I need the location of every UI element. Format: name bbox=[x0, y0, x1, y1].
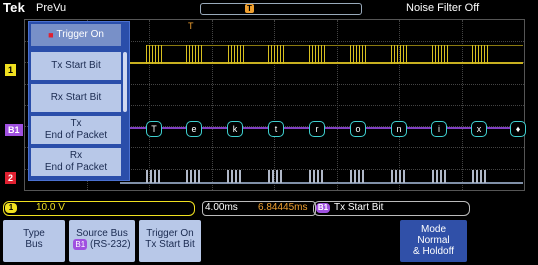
ch1-burst bbox=[186, 45, 204, 64]
ch2-burst bbox=[186, 170, 200, 183]
trigger-on-menu: ■ Trigger On Tx Start Bit Rx Start Bit T… bbox=[28, 21, 130, 181]
menu-item-rx-start-bit[interactable]: Rx Start Bit bbox=[31, 84, 121, 112]
bus-packet: ♦ bbox=[510, 121, 526, 137]
bus-packet: i bbox=[431, 121, 447, 137]
ch2-burst bbox=[227, 170, 241, 183]
menu-header: ■ Trigger On bbox=[31, 24, 121, 46]
bus-packet: t bbox=[268, 121, 284, 137]
trigger-position-icon: T bbox=[245, 4, 254, 13]
timebase-value: 4.00ms bbox=[205, 202, 238, 213]
ch1-burst bbox=[472, 45, 490, 64]
trigger-on-button[interactable]: Trigger On Tx Start Bit bbox=[139, 220, 201, 262]
trigger-point-icon: T bbox=[188, 21, 194, 31]
ch1-readout[interactable] bbox=[3, 201, 195, 216]
noise-filter-status: Noise Filter Off bbox=[406, 2, 480, 14]
bus-packet: r bbox=[309, 121, 325, 137]
ch2-marker[interactable]: 2 bbox=[5, 172, 17, 184]
ch1-burst bbox=[309, 45, 327, 64]
ch1-volts-per-div: 10.0 V bbox=[36, 202, 65, 213]
trigger-condition: Tx Start Bit bbox=[334, 202, 384, 213]
mode-button[interactable]: Mode Normal & Holdoff bbox=[400, 220, 467, 262]
bus-packet: T bbox=[146, 121, 162, 137]
bus1-marker[interactable]: B1 bbox=[5, 124, 23, 136]
record-view-bar bbox=[200, 3, 362, 15]
ch2-burst bbox=[268, 170, 282, 183]
ch1-readout-badge: 1 bbox=[5, 203, 17, 213]
trigger-source-badge: B1 bbox=[316, 203, 330, 213]
menu-item-tx-start-bit[interactable]: Tx Start Bit bbox=[31, 52, 121, 80]
ch1-burst bbox=[146, 45, 164, 64]
menu-item-rx-end-of-packet[interactable]: Rx End of Packet bbox=[31, 148, 121, 176]
bus-packet: n bbox=[391, 121, 407, 137]
ch2-burst bbox=[309, 170, 323, 183]
brand-logo: Tek bbox=[3, 0, 26, 15]
selected-indicator-icon: ■ bbox=[48, 30, 54, 40]
ch2-burst bbox=[146, 170, 160, 183]
ch2-burst bbox=[350, 170, 364, 183]
bus-packet: e bbox=[186, 121, 202, 137]
menu-header-label: Trigger On bbox=[56, 29, 104, 40]
menu-item-tx-end-of-packet[interactable]: Tx End of Packet bbox=[31, 116, 121, 144]
ch1-burst bbox=[350, 45, 368, 64]
bus-packet: o bbox=[350, 121, 366, 137]
ch2-burst bbox=[432, 170, 446, 183]
menu-scrollbar[interactable] bbox=[123, 52, 127, 112]
ch2-burst bbox=[391, 170, 405, 183]
ch1-burst bbox=[432, 45, 450, 64]
ch1-burst bbox=[268, 45, 286, 64]
acquisition-mode: PreVu bbox=[36, 2, 67, 14]
ch1-marker[interactable]: 1 bbox=[5, 64, 17, 76]
ch1-burst bbox=[391, 45, 409, 64]
ch2-burst bbox=[472, 170, 486, 183]
horizontal-position-value: 6.84445ms bbox=[258, 202, 308, 213]
bus-packet: x bbox=[471, 121, 487, 137]
type-button[interactable]: Type Bus bbox=[3, 220, 65, 262]
ch1-burst bbox=[228, 45, 246, 64]
bus-packet: k bbox=[227, 121, 243, 137]
bus-badge: B1 bbox=[73, 239, 88, 250]
source-bus-button[interactable]: Source Bus B1 (RS-232) bbox=[69, 220, 135, 262]
